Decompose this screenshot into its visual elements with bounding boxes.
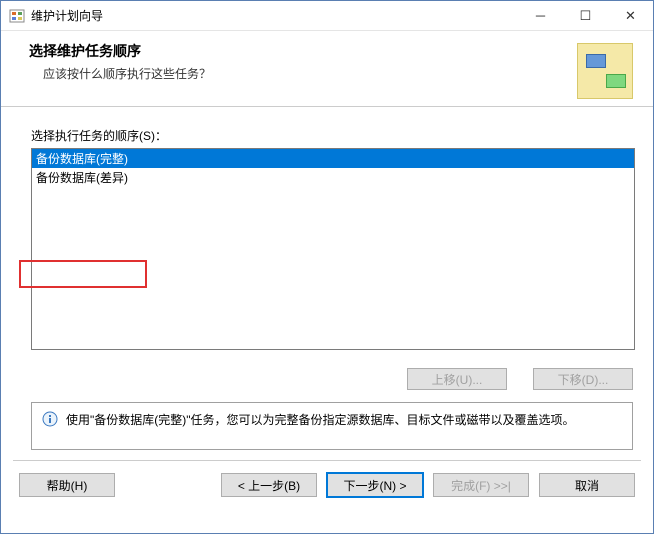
back-button[interactable]: < 上一步(B) <box>221 473 317 497</box>
page-title: 选择维护任务顺序 <box>29 41 577 61</box>
finish-button[interactable]: 完成(F) >>| <box>433 473 529 497</box>
move-down-button[interactable]: 下移(D)... <box>533 368 633 390</box>
minimize-button[interactable]: ─ <box>518 1 563 30</box>
page-subtitle: 应该按什么顺序执行这些任务？ <box>29 65 577 82</box>
wizard-footer: 帮助(H) < 上一步(B) 下一步(N) > 完成(F) >>| 取消 <box>1 461 653 509</box>
app-icon <box>9 8 25 24</box>
window-title: 维护计划向导 <box>31 7 518 24</box>
cancel-button[interactable]: 取消 <box>539 473 635 497</box>
info-icon <box>42 411 58 427</box>
list-item[interactable]: 备份数据库(差异) <box>32 168 634 187</box>
close-button[interactable]: ✕ <box>608 1 653 30</box>
wizard-header: 选择维护任务顺序 应该按什么顺序执行这些任务？ <box>1 31 653 107</box>
window-controls: ─ ☐ ✕ <box>518 1 653 30</box>
next-button[interactable]: 下一步(N) > <box>327 473 423 497</box>
task-order-listbox[interactable]: 备份数据库(完整) 备份数据库(差异) <box>31 148 635 350</box>
move-up-button[interactable]: 上移(U)... <box>407 368 507 390</box>
header-text: 选择维护任务顺序 应该按什么顺序执行这些任务？ <box>29 41 577 82</box>
list-item[interactable]: 备份数据库(完整) <box>32 149 634 168</box>
wizard-banner-icon <box>577 43 633 99</box>
wizard-window: 维护计划向导 ─ ☐ ✕ 选择维护任务顺序 应该按什么顺序执行这些任务？ 选择执… <box>0 0 654 534</box>
info-text: 使用"备份数据库(完整)"任务，您可以为完整备份指定源数据库、目标文件或磁带以及… <box>66 411 575 428</box>
titlebar: 维护计划向导 ─ ☐ ✕ <box>1 1 653 31</box>
info-box: 使用"备份数据库(完整)"任务，您可以为完整备份指定源数据库、目标文件或磁带以及… <box>31 402 633 450</box>
list-label: 选择执行任务的顺序(S)： <box>31 127 633 144</box>
move-buttons-row: 上移(U)... 下移(D)... <box>1 360 653 402</box>
maximize-button[interactable]: ☐ <box>563 1 608 30</box>
help-button[interactable]: 帮助(H) <box>19 473 115 497</box>
wizard-body: 选择执行任务的顺序(S)： 备份数据库(完整) 备份数据库(差异) <box>1 107 653 360</box>
